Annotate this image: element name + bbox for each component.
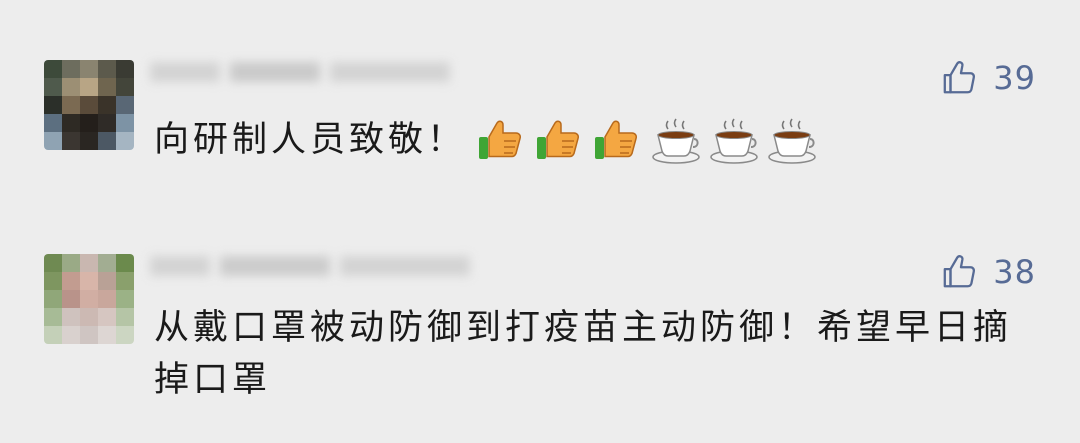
- thumbs-up-emoji-icon: [595, 120, 638, 159]
- coffee-emoji-icon: [652, 118, 700, 164]
- comment-text: 从戴口罩被动防御到打疫苗主动防御！希望早日摘掉口罩: [154, 302, 1034, 406]
- thumbs-up-outline-icon: [943, 61, 976, 94]
- avatar[interactable]: [44, 254, 134, 344]
- thumbs-up-emoji-icon: [479, 120, 522, 159]
- like-count: 39: [993, 59, 1036, 97]
- like-button[interactable]: 38: [941, 250, 1036, 294]
- like-count: 38: [993, 253, 1036, 291]
- emoji-group: [476, 115, 818, 167]
- username-redacted[interactable]: [150, 250, 490, 284]
- coffee-emoji-icon: [710, 118, 758, 164]
- username-redacted[interactable]: [150, 56, 490, 90]
- comment-text: 向研制人员致敬！: [154, 114, 1034, 167]
- comment-text-body: 从戴口罩被动防御到打疫苗主动防御！希望早日摘掉口罩: [154, 308, 1013, 400]
- thumbs-up-outline-icon: [943, 255, 976, 288]
- comment-item: 38 从戴口罩被动防御到打疫苗主动防御！希望早日摘掉口罩: [0, 250, 1080, 440]
- avatar[interactable]: [44, 60, 134, 150]
- like-button[interactable]: 39: [941, 56, 1036, 100]
- coffee-emoji-icon: [768, 118, 816, 164]
- thumbs-up-emoji-icon: [537, 120, 580, 159]
- comment-item: 39 向研制人员致敬！: [0, 56, 1080, 196]
- comment-text-body: 向研制人员致敬！: [154, 120, 467, 160]
